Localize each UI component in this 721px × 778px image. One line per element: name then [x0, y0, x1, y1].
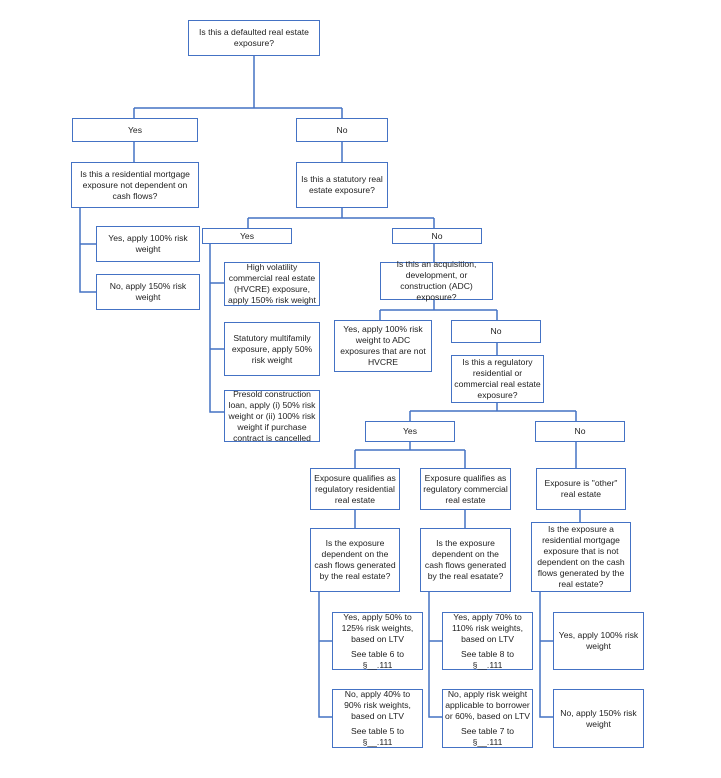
reg-residential-text: Exposure qualifies as regulatory residen… — [314, 472, 396, 505]
com-no-reference: See table 7 to §__.111 — [460, 726, 515, 747]
statutory-question-box: Is this a statutory real estate exposure… — [296, 162, 388, 208]
defaulted-no-150-text: No, apply 150% risk weight — [109, 281, 187, 302]
com-no-box: No, apply risk weight applicable to borr… — [442, 689, 533, 748]
root-question-box: Is this a defaulted real estate exposure… — [188, 20, 320, 56]
res-yes-text: Yes, apply 50% to 125% risk weights, bas… — [341, 611, 414, 644]
com-cf-question-box: Is the exposure dependent on the cash fl… — [420, 528, 511, 592]
regulatory-yes-label: Yes — [402, 426, 418, 436]
regulatory-question-text: Is this a regulatory residential or comm… — [454, 357, 541, 400]
adc-yes-text: Yes, apply 100% risk weight to ADC expos… — [340, 324, 426, 367]
res-yes-box: Yes, apply 50% to 125% risk weights, bas… — [332, 612, 423, 670]
root-question-text: Is this a defaulted real estate exposure… — [199, 27, 309, 48]
res-cf-question-box: Is the exposure dependent on the cash fl… — [310, 528, 400, 592]
other-re-box: Exposure is "other" real estate — [536, 468, 626, 510]
adc-no-box: No — [451, 320, 541, 343]
com-no-text: No, apply risk weight applicable to borr… — [445, 689, 530, 721]
res-no-reference: See table 5 to §__.111 — [350, 726, 405, 747]
res-yes-reference: See table 6 to §__.111 — [350, 648, 405, 670]
adc-no-label: No — [490, 326, 502, 336]
multifamily-box: Statutory multifamily exposure, apply 50… — [224, 322, 320, 376]
reg-commercial-box: Exposure qualifies as regulatory commerc… — [420, 468, 511, 510]
statutory-no-label: No — [431, 230, 443, 241]
regulatory-question-box: Is this a regulatory residential or comm… — [451, 355, 544, 403]
res-cf-question-text: Is the exposure dependent on the cash fl… — [314, 538, 396, 581]
other-no-text: No, apply 150% risk weight — [560, 707, 637, 729]
res-no-text: No, apply 40% to 90% risk weights, based… — [344, 689, 411, 721]
other-yes-box: Yes, apply 100% risk weight — [553, 612, 644, 670]
com-yes-reference: See table 8 to §__.111 — [460, 648, 515, 670]
adc-yes-box: Yes, apply 100% risk weight to ADC expos… — [334, 320, 432, 372]
com-yes-text: Yes, apply 70% to 110% risk weights, bas… — [451, 611, 523, 644]
defaulted-yes-label: Yes — [127, 124, 143, 135]
presold-box: Presold construction loan, apply (i) 50%… — [224, 388, 320, 443]
other-yes-text: Yes, apply 100% risk weight — [558, 630, 639, 651]
defaulted-no-label: No — [336, 124, 348, 135]
connector-residential-outcomes — [79, 208, 96, 293]
adc-question-text: Is this an acquisition, development, or … — [396, 259, 477, 302]
other-question-text: Is the exposure a residential mortgage e… — [537, 524, 625, 589]
defaulted-no-150-box: No, apply 150% risk weight — [96, 274, 200, 310]
hvcre-text: High volatility commercial real estate (… — [228, 262, 316, 305]
connector-regulatory-yes — [354, 442, 466, 468]
statutory-yes-label: Yes — [239, 230, 255, 241]
com-cf-question-text: Is the exposure dependent on the cash fl… — [424, 538, 507, 581]
statutory-yes-box: Yes — [202, 228, 292, 244]
residential-not-cf-question-box: Is this a residential mortgage exposure … — [71, 162, 199, 208]
connector-other-outcomes — [539, 592, 553, 718]
connector-statutory-yes — [209, 244, 224, 413]
defaulted-yes-100-box: Yes, apply 100% risk weight — [96, 226, 200, 262]
com-yes-box: Yes, apply 70% to 110% risk weights, bas… — [442, 612, 533, 670]
connector-com-outcomes — [428, 592, 442, 718]
reg-residential-box: Exposure qualifies as regulatory residen… — [310, 468, 400, 510]
defaulted-yes-box: Yes — [72, 118, 198, 142]
other-question-box: Is the exposure a residential mortgage e… — [531, 522, 631, 592]
connector-root-branch — [133, 56, 343, 118]
other-re-text: Exposure is "other" real estate — [544, 478, 618, 499]
res-no-box: No, apply 40% to 90% risk weights, based… — [332, 689, 423, 748]
hvcre-box: High volatility commercial real estate (… — [224, 262, 320, 306]
regulatory-no-label: No — [574, 426, 586, 436]
multifamily-text: Statutory multifamily exposure, apply 50… — [231, 332, 313, 365]
other-no-box: No, apply 150% risk weight — [553, 689, 644, 748]
regulatory-yes-box: Yes — [365, 421, 455, 442]
adc-question-box: Is this an acquisition, development, or … — [380, 259, 493, 302]
risk-weight-flowchart: Is this a defaulted real estate exposure… — [0, 0, 721, 778]
statutory-no-box: No — [392, 228, 482, 244]
reg-commercial-text: Exposure qualifies as regulatory commerc… — [423, 472, 508, 505]
regulatory-no-box: No — [535, 421, 625, 442]
residential-not-cf-question-text: Is this a residential mortgage exposure … — [80, 168, 190, 201]
defaulted-yes-100-text: Yes, apply 100% risk weight — [108, 233, 188, 254]
defaulted-no-box: No — [296, 118, 388, 142]
connector-res-outcomes — [318, 592, 332, 718]
statutory-question-text: Is this a statutory real estate exposure… — [301, 174, 383, 195]
presold-text: Presold construction loan, apply (i) 50%… — [228, 388, 316, 443]
